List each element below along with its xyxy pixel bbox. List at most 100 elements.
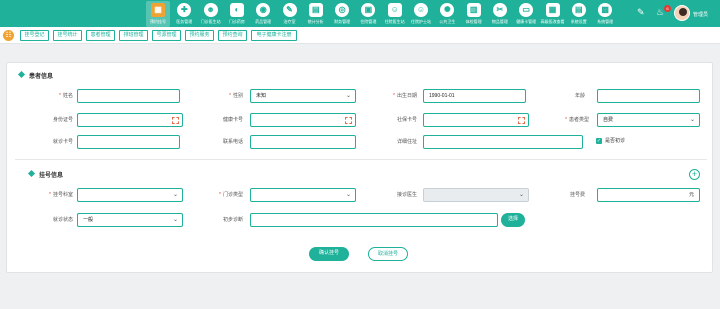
visit-card-input[interactable] [77, 135, 180, 149]
stethoscope-icon: ✚ [177, 3, 192, 17]
registration-card: 患者信息 * 姓名 * 性别 未知 ⌄ * 出生日期 1990-01-01 年龄 身份证… [6, 62, 713, 273]
tab-patient-management[interactable]: 患者管理 [86, 30, 115, 41]
name-input[interactable] [77, 89, 180, 103]
scan-icon[interactable] [172, 117, 179, 124]
scan-icon[interactable] [345, 117, 352, 124]
registration-info-title: 挂号信息 [39, 173, 64, 179]
fee-label: 挂号费 [569, 192, 585, 198]
phone-label: 联系电话 [222, 139, 243, 145]
nav-item-9[interactable]: ☺ 住院医生站 [383, 1, 407, 27]
visit-status-label: 就诊状态 [52, 217, 73, 223]
health-card-label: 健康卡号 [222, 117, 243, 123]
health-card-icon: ▭ [519, 3, 534, 17]
settings-icon: ▤ [571, 3, 586, 17]
top-nav-bar: ▦ 预约挂号 ✚ 医务管理 ☻ 门诊医生站 ◐ 门诊药房 ◉ 药品管理 ✎ 治疗室 ▤ 统计分析 ◎ 财务管理… [0, 0, 720, 27]
nav-item-label: 住院护士站 [411, 19, 431, 24]
social-card-input[interactable] [423, 113, 529, 127]
address-label: 详细住址 [396, 139, 417, 145]
public-health-icon: ✺ [440, 3, 455, 17]
nav-item-8[interactable]: ▣ 住院管理 [356, 1, 380, 27]
id-number-input[interactable] [77, 113, 183, 127]
nav-item-label: 健康卡管理 [516, 19, 537, 24]
user-avatar[interactable] [674, 5, 690, 21]
scan-icon[interactable] [518, 117, 525, 124]
dept-label: * 挂号科室 [49, 192, 73, 198]
tab-strip: ☷ 挂号登记 挂号统计 患者管理 排班管理 号源管理 预约服务 预约查询 电子健… [0, 27, 720, 44]
patient-info-title: 患者信息 [29, 74, 54, 80]
fee-input[interactable]: 元 [597, 188, 700, 202]
patient-type-select[interactable]: 自费 ⌄ [597, 113, 700, 127]
pencil-icon[interactable]: ✎ [637, 7, 645, 18]
report-icon: ▦ [545, 3, 560, 17]
nav-item-label: 系统管理 [597, 19, 614, 24]
nav-item-3[interactable]: ◐ 门诊药房 [225, 1, 249, 27]
user-name[interactable]: 管理员 [693, 11, 708, 18]
exam-icon: ▥ [466, 3, 481, 17]
nav-item-5[interactable]: ✎ 治疗室 [278, 1, 302, 27]
clinic-type-select[interactable]: ⌄ [250, 188, 356, 202]
admin-icon: ▩ [598, 3, 613, 17]
nav-item-label: 体检管理 [465, 19, 482, 24]
doctor-label: 接诊医生 [396, 192, 417, 198]
bell-icon[interactable]: ♨ [656, 7, 664, 18]
nav-item-label: 系统设置 [570, 19, 587, 24]
confirm-registration-button[interactable]: 确认挂号 [309, 247, 349, 261]
nav-item-15[interactable]: ▦ 高级医改查看 [541, 1, 565, 27]
nav-item-13[interactable]: ✂ 物品管理 [488, 1, 512, 27]
nav-item-6[interactable]: ▤ 统计分析 [304, 1, 328, 27]
goods-icon: ✂ [492, 3, 507, 17]
add-icon[interactable]: + [689, 169, 700, 180]
phone-input[interactable] [250, 135, 356, 149]
tab-registration[interactable]: 挂号登记 [20, 30, 49, 41]
doctor-select[interactable]: ⌄ [423, 188, 529, 202]
section-diamond-icon [27, 169, 36, 178]
visit-status-select[interactable]: 一般 ⌄ [77, 213, 183, 227]
chevron-down-icon: ⌄ [518, 192, 524, 198]
diagnosis-label: 初步诊断 [222, 217, 243, 223]
tab-source-management[interactable]: 号源管理 [152, 30, 181, 41]
nav-item-11[interactable]: ✺ 公共卫生 [435, 1, 459, 27]
home-icon[interactable]: ☷ [3, 30, 14, 41]
tab-booking-query[interactable]: 预约查询 [218, 30, 247, 41]
diagnosis-input[interactable] [250, 213, 498, 227]
health-card-input[interactable] [250, 113, 356, 127]
age-label: 年龄 [574, 93, 585, 99]
nav-item-14[interactable]: ▭ 健康卡管理 [514, 1, 538, 27]
medicine-icon: ◉ [256, 3, 271, 17]
cancel-registration-button[interactable]: 取消挂号 [368, 247, 408, 261]
nav-item-label: 住院医生站 [384, 19, 405, 24]
nav-item-17[interactable]: ▩ 系统管理 [593, 1, 617, 27]
nav-item-label: 门诊药房 [228, 19, 245, 24]
nav-item-label: 门诊医生站 [200, 19, 221, 24]
nav-item-1[interactable]: ✚ 医务管理 [172, 1, 196, 27]
tab-registration-stats[interactable]: 挂号统计 [53, 30, 82, 41]
nurse-icon: ☺ [414, 3, 428, 17]
nav-item-label: 财务管理 [334, 19, 351, 24]
first-visit-checkbox[interactable]: ✓ [596, 138, 602, 144]
nav-item-label: 公共卫生 [439, 19, 456, 24]
gender-select[interactable]: 未知 ⌄ [250, 89, 356, 103]
section-diamond-icon [17, 70, 26, 79]
tab-schedule-management[interactable]: 排班管理 [119, 30, 148, 41]
nav-item-10[interactable]: ☺ 住院护士站 [409, 1, 433, 27]
id-number-label: 身份证号 [52, 117, 73, 123]
fee-unit: 元 [688, 192, 694, 198]
nav-item-label: 治疗室 [283, 19, 296, 24]
nav-item-12[interactable]: ▥ 体检管理 [462, 1, 486, 27]
nav-item-4[interactable]: ◉ 药品管理 [251, 1, 275, 27]
finance-icon: ◎ [335, 3, 350, 17]
nav-item-7[interactable]: ◎ 财务管理 [330, 1, 354, 27]
age-input[interactable] [597, 89, 700, 103]
birth-date-input[interactable]: 1990-01-01 [423, 89, 526, 103]
tab-booking-service[interactable]: 预约服务 [185, 30, 214, 41]
tab-health-card-register[interactable]: 电子健康卡注册 [251, 30, 297, 41]
dept-select[interactable]: ⌄ [77, 188, 183, 202]
nav-item-label: 药品管理 [255, 19, 272, 24]
nav-item-2[interactable]: ☻ 门诊医生站 [199, 1, 223, 27]
address-input[interactable] [423, 135, 583, 149]
chevron-down-icon: ⌄ [345, 93, 351, 99]
nav-item-16[interactable]: ▤ 系统设置 [567, 1, 591, 27]
nav-item-label: 住院管理 [360, 19, 377, 24]
select-diagnosis-button[interactable]: 选择 [501, 213, 525, 227]
nav-item-0[interactable]: ▦ 预约挂号 [146, 1, 170, 27]
